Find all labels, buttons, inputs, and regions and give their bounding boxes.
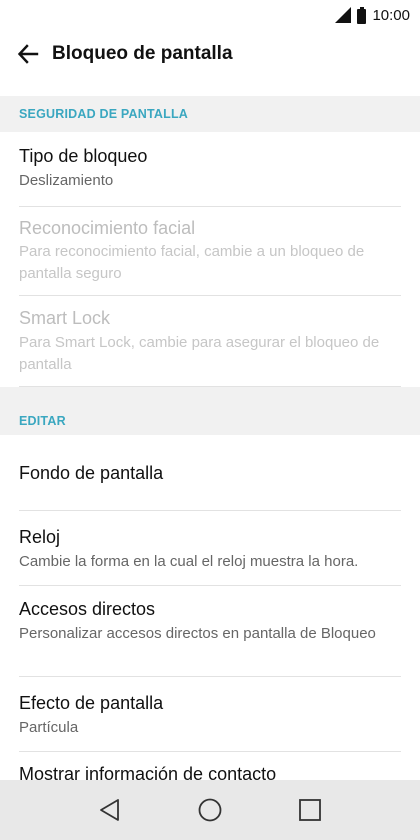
item-description: Partícula [19,719,79,736]
status-bar: 10:00 [0,0,420,30]
item-description: Personalizar accesos directos en pantall… [19,625,376,642]
list-item-tipo-de-bloqueo[interactable]: Tipo de bloqueo Deslizamiento [0,132,420,207]
item-label: Smart Lock [19,308,111,328]
battery-icon [357,6,367,24]
status-time: 10:00 [372,6,410,24]
item-label: Reconocimiento facial [19,218,196,238]
signal-icon [335,7,352,23]
item-label: Accesos directos [19,599,156,619]
item-label: Tipo de bloqueo [19,146,148,166]
item-label: Reloj [19,527,61,547]
app-bar: Bloqueo de pantalla [0,30,420,78]
home-circle-icon[interactable] [190,790,230,830]
list-item-fondo-de-pantalla[interactable]: Fondo de pantalla [0,435,420,511]
back-arrow-icon[interactable] [0,30,56,78]
recents-square-icon[interactable] [290,790,330,830]
item-description: Para reconocimiento facial, cambie a un … [19,243,365,282]
settings-list[interactable]: SEGURIDAD DE PANTALLA Tipo de bloqueo De… [0,96,420,780]
list-item-reloj[interactable]: Reloj Cambie la forma en la cual el relo… [0,511,420,586]
list-item-smart-lock: Smart Lock Para Smart Lock, cambie para … [0,296,420,387]
list-item-reconocimiento-facial: Reconocimiento facial Para reconocimient… [0,207,420,296]
navigation-bar [0,780,420,840]
back-triangle-icon[interactable] [90,790,130,830]
item-description: Para Smart Lock, cambie para asegurar el… [19,334,380,373]
section-header-editar: EDITAR [0,387,420,435]
list-item-mostrar-informacion-de-contacto[interactable]: Mostrar información de contacto [0,752,420,780]
section-header-seguridad: SEGURIDAD DE PANTALLA [0,96,420,132]
item-label: Mostrar información de contacto [19,764,277,780]
item-label: Fondo de pantalla [19,463,164,483]
item-description: Deslizamiento [19,172,114,189]
page-title: Bloqueo de pantalla [52,43,233,64]
list-item-accesos-directos[interactable]: Accesos directos Personalizar accesos di… [0,586,420,677]
item-description: Cambie la forma en la cual el reloj mues… [19,553,359,570]
list-item-efecto-de-pantalla[interactable]: Efecto de pantalla Partícula [0,677,420,752]
item-label: Efecto de pantalla [19,693,164,713]
